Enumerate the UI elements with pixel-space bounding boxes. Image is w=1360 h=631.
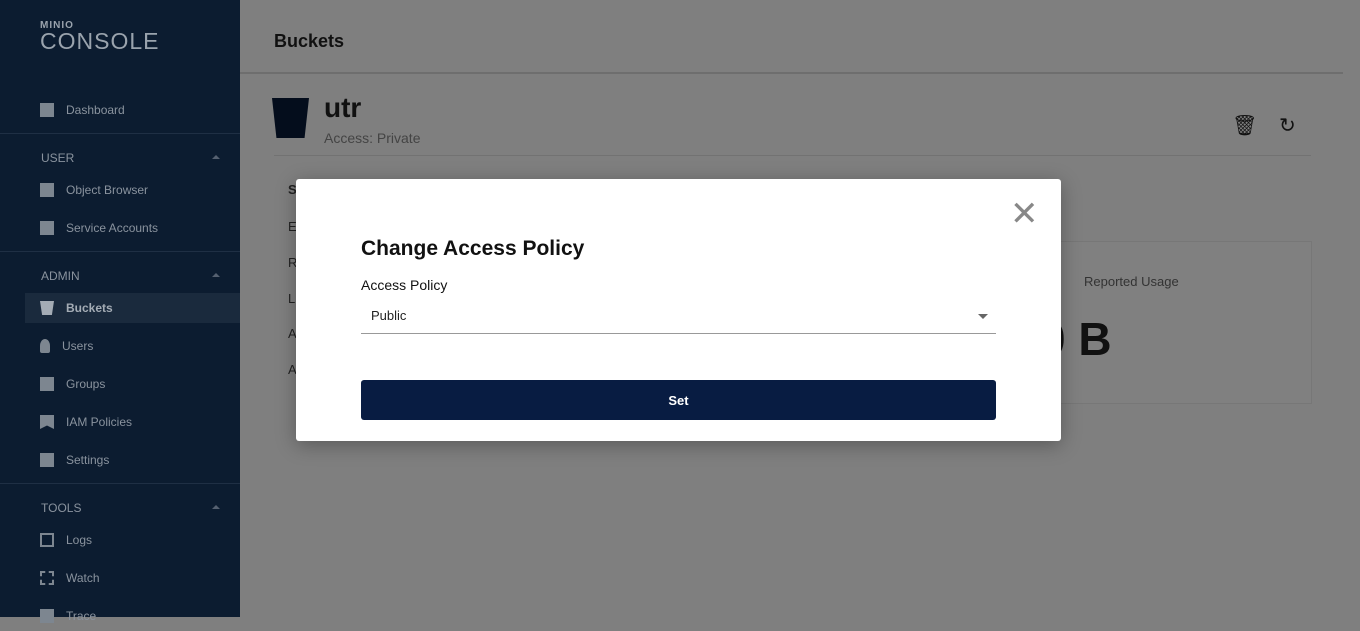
- label: IAM Policies: [66, 415, 133, 429]
- sidebar: MINIO CONSOLE Dashboard USER Object Brow…: [0, 0, 240, 623]
- sidebar-item-buckets[interactable]: Buckets: [25, 293, 240, 323]
- logo-big: CONSOLE: [40, 28, 160, 54]
- collapse-user-icon[interactable]: [212, 155, 220, 159]
- file-icon: [40, 183, 54, 197]
- bucket-name: utr: [324, 92, 362, 123]
- sidebar-item-dashboard[interactable]: Dashboard: [25, 95, 240, 125]
- summary-label: L: [288, 291, 296, 306]
- selected-value: Public: [371, 308, 407, 323]
- dialog-title: Change Access Policy: [361, 237, 585, 260]
- sidebar-item-logs[interactable]: Logs: [25, 525, 240, 555]
- divider: [274, 155, 1311, 156]
- logs-icon: [40, 533, 54, 547]
- label: Trace: [66, 609, 97, 623]
- label: Settings: [66, 453, 110, 467]
- sidebar-item-service-accounts[interactable]: Service Accounts: [25, 213, 240, 243]
- bucket-icon: [272, 98, 309, 138]
- user-icon: [40, 339, 50, 353]
- bucket-access[interactable]: Access: Private: [324, 130, 420, 146]
- minio-console-logo[interactable]: MINIO CONSOLE: [40, 20, 160, 54]
- service-bell-icon: [40, 221, 54, 235]
- label: Logs: [66, 533, 93, 547]
- close-icon[interactable]: ✕: [1010, 197, 1039, 231]
- sidebar-item-users[interactable]: Users: [25, 331, 240, 361]
- delete-bucket-icon[interactable]: 🗑: [1232, 113, 1257, 138]
- sidebar-item-trace[interactable]: Trace: [25, 601, 240, 631]
- section-tools[interactable]: TOOLS: [41, 501, 81, 515]
- sidebar-item-groups[interactable]: Groups: [25, 369, 240, 399]
- set-button[interactable]: Set: [361, 380, 996, 420]
- divider: [0, 483, 240, 484]
- divider: [0, 133, 240, 134]
- label: Groups: [66, 377, 106, 391]
- settings-icon: [40, 453, 54, 467]
- watch-icon: [40, 571, 54, 585]
- bucket-icon: [40, 301, 54, 315]
- sidebar-item-object-browser[interactable]: Object Browser: [25, 175, 240, 205]
- groups-icon: [40, 377, 54, 391]
- divider: [240, 72, 1343, 74]
- refresh-icon[interactable]: ↻: [1279, 113, 1296, 138]
- sidebar-item-settings[interactable]: Settings: [25, 445, 240, 475]
- label: Service Accounts: [66, 221, 159, 235]
- divider: [0, 251, 240, 252]
- change-access-policy-dialog: ✕ Change Access Policy Access Policy Pub…: [296, 179, 1061, 441]
- label: Dashboard: [66, 103, 125, 117]
- label: Buckets: [66, 301, 113, 315]
- bookmark-icon: [40, 415, 54, 429]
- sidebar-item-watch[interactable]: Watch: [25, 563, 240, 593]
- collapse-admin-icon[interactable]: [212, 273, 220, 277]
- label: Object Browser: [66, 183, 149, 197]
- access-policy-select[interactable]: Public: [361, 304, 996, 334]
- reported-usage-label: Reported Usage: [1084, 274, 1179, 289]
- label: Watch: [66, 571, 100, 585]
- page-title: Buckets: [274, 31, 345, 51]
- access-policy-label: Access Policy: [361, 277, 448, 293]
- trace-icon: [40, 609, 54, 623]
- section-user[interactable]: USER: [41, 151, 74, 165]
- dropdown-arrow-icon: [978, 314, 988, 319]
- sidebar-item-iam-policies[interactable]: IAM Policies: [25, 407, 240, 437]
- collapse-tools-icon[interactable]: [212, 505, 220, 509]
- label: Users: [62, 339, 94, 353]
- section-admin[interactable]: ADMIN: [41, 269, 80, 283]
- dashboard-icon: [40, 103, 54, 117]
